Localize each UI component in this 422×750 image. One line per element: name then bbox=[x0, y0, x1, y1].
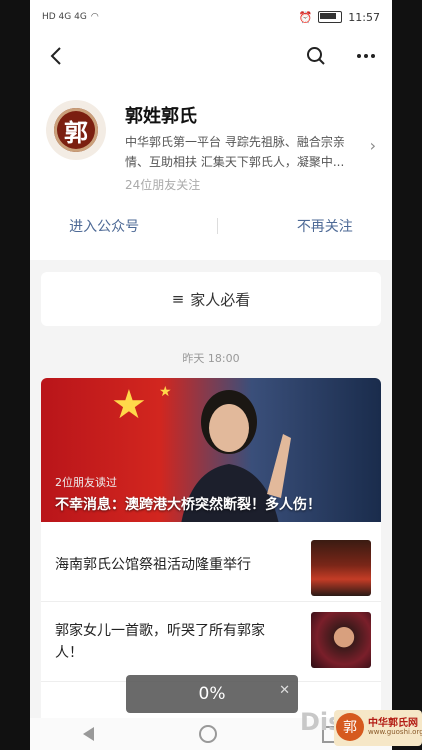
close-icon[interactable]: ✕ bbox=[279, 683, 290, 698]
back-icon[interactable] bbox=[40, 40, 72, 72]
more-icon[interactable] bbox=[350, 40, 382, 72]
loading-toast: 0% ✕ bbox=[126, 675, 298, 713]
battery-icon bbox=[318, 11, 343, 23]
cover-article[interactable]: ★ ★ 2位朋友读过 不幸消息：澳跨港大桥突然断裂！多人伤！ bbox=[41, 378, 381, 522]
watermark-brand: 中华郭氏网 bbox=[368, 718, 418, 729]
enter-account-button[interactable]: 进入公众号 bbox=[69, 216, 139, 236]
flag-star-icon: ★ bbox=[111, 382, 147, 428]
alarm-icon: ⏰ bbox=[298, 10, 313, 24]
menu-icon: ≡ bbox=[171, 290, 185, 308]
list-item-thumbnail bbox=[311, 540, 371, 596]
list-item-title: 海南郭氏公馆祭祖活动隆重举行 bbox=[55, 557, 251, 573]
article-group: ★ ★ 2位朋友读过 不幸消息：澳跨港大桥突然断裂！多人伤！ 海南郭氏公馆祭祖活… bbox=[41, 378, 381, 718]
phone-screen: HD 4G 4G ◠ ⏰ 11:57 郭 郭姓郭氏 中华郭氏第一平台 寻踪先祖脉… bbox=[30, 0, 392, 750]
unfollow-button[interactable]: 不再关注 bbox=[297, 216, 353, 236]
account-description[interactable]: 中华郭氏第一平台 寻踪先祖脉、融合宗亲情、互助相扶 汇集天下郭氏人，凝聚中... bbox=[125, 132, 365, 172]
watermark-seal-icon: 郭 bbox=[336, 713, 364, 741]
feed-timestamp: 昨天 18:00 bbox=[182, 352, 240, 365]
followers-count: 24位朋友关注 bbox=[125, 178, 201, 192]
account-profile: 郭 郭姓郭氏 中华郭氏第一平台 寻踪先祖脉、融合宗亲情、互助相扶 汇集天下郭氏人… bbox=[30, 78, 392, 260]
search-icon[interactable] bbox=[300, 40, 332, 72]
account-name: 郭姓郭氏 bbox=[125, 106, 197, 127]
logo-seal: 郭 bbox=[54, 108, 98, 152]
site-watermark: Dis 郭 中华郭氏网 www.guoshi.org bbox=[300, 705, 422, 750]
family-menu-label: 家人必看 bbox=[190, 290, 251, 309]
account-logo: 郭 bbox=[46, 100, 106, 160]
clock: 11:57 bbox=[348, 10, 380, 24]
chevron-right-icon[interactable]: › bbox=[370, 136, 376, 155]
list-item-title: 郭家女儿一首歌，听哭了所有郭家人！ bbox=[55, 623, 265, 661]
signal-text: HD 4G 4G bbox=[42, 12, 87, 22]
list-item[interactable]: 郭家女儿一首歌，听哭了所有郭家人！ bbox=[41, 602, 381, 682]
status-bar: HD 4G 4G ◠ ⏰ 11:57 bbox=[30, 0, 392, 34]
actions-divider bbox=[217, 218, 219, 234]
home-nav-icon[interactable] bbox=[198, 725, 217, 743]
network-status: HD 4G 4G ◠ bbox=[42, 12, 99, 22]
cover-read-count: 2位朋友读过 bbox=[55, 476, 117, 489]
account-actions: 进入公众号 不再关注 bbox=[30, 206, 392, 246]
back-nav-icon[interactable] bbox=[82, 727, 94, 741]
cover-title: 不幸消息：澳跨港大桥突然断裂！多人伤！ bbox=[55, 497, 321, 513]
wifi-icon: ◠ bbox=[90, 12, 99, 22]
top-navbar bbox=[30, 34, 392, 78]
flag-small-star-icon: ★ bbox=[159, 384, 172, 400]
toast-percent: 0% bbox=[198, 684, 226, 704]
status-right: ⏰ 11:57 bbox=[299, 11, 380, 24]
family-menu-card[interactable]: ≡ 家人必看 bbox=[41, 272, 381, 326]
watermark-url: www.guoshi.org bbox=[368, 728, 422, 736]
list-item-thumbnail bbox=[311, 612, 371, 668]
list-item[interactable]: 海南郭氏公馆祭祖活动隆重举行 bbox=[41, 530, 381, 602]
